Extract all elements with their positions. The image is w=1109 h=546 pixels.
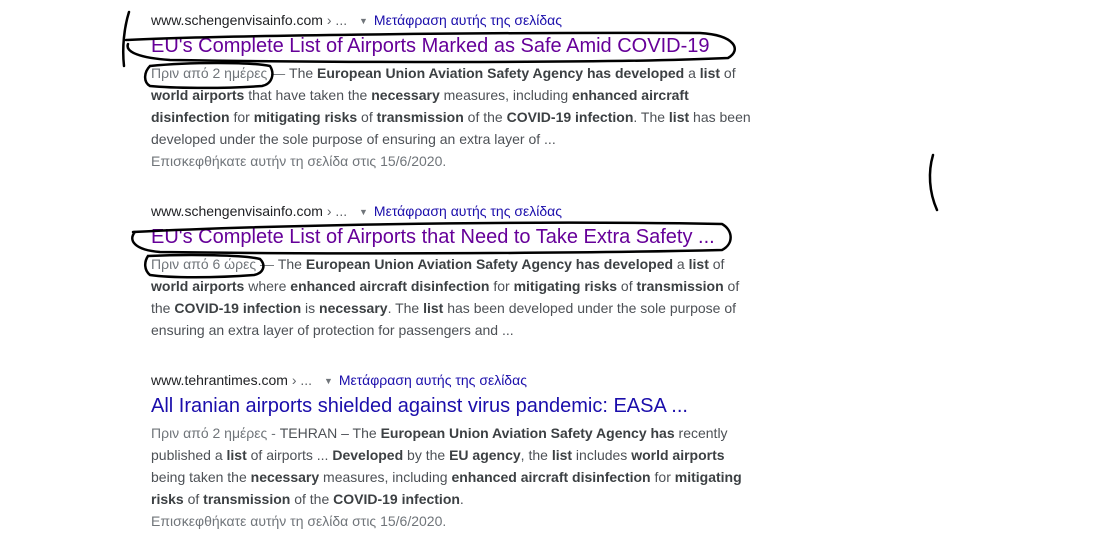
snippet-run: of: [357, 109, 377, 125]
snippet-run: , the: [520, 447, 552, 463]
snippet-run: measures, including: [439, 87, 573, 103]
result-breadcrumb: › ...: [322, 203, 348, 219]
result-snippet: Πριν από 6 ώρες — The European Union Avi…: [151, 253, 761, 341]
translate-page-link[interactable]: Μετάφραση αυτής της σελίδας: [339, 372, 527, 388]
snippet-highlight: mitigating risks: [513, 278, 618, 294]
translate-page-link[interactable]: Μετάφραση αυτής της σελίδας: [374, 12, 562, 28]
snippet-run: being taken the: [151, 469, 251, 485]
snippet-run: . The: [633, 109, 669, 125]
snippet-highlight: world airports: [151, 87, 245, 103]
result-snippet: Πριν από 2 ημέρες — The European Union A…: [151, 62, 761, 150]
result-domain[interactable]: www.schengenvisainfo.com: [151, 12, 323, 28]
result-citation: www.schengenvisainfo.com › ... ▼ Μετάφρασ…: [151, 11, 761, 29]
snippet-highlight: list: [226, 447, 247, 463]
snippet-run: . The: [387, 300, 424, 316]
snippet-highlight: enhanced aircraft disinfection: [290, 278, 490, 294]
search-result-3: www.tehrantimes.com › ... ▼ Μετάφραση αυτ…: [151, 371, 761, 532]
snippet-highlight: EU agency: [449, 447, 521, 463]
snippet-run: of: [708, 256, 725, 272]
snippet-run: measures, including: [319, 469, 452, 485]
snippet-highlight: list: [423, 300, 444, 316]
snippet-highlight: necessary: [250, 469, 320, 485]
chevron-down-icon[interactable]: ▼: [359, 203, 368, 221]
snippet-run: by the: [403, 447, 450, 463]
result-domain[interactable]: www.schengenvisainfo.com: [151, 203, 323, 219]
snippet-highlight: list: [699, 65, 721, 81]
snippet-run: of: [617, 278, 637, 294]
snippet-run: .: [459, 491, 464, 507]
snippet-highlight: world airports: [151, 278, 245, 294]
snippet-run: a: [684, 65, 700, 81]
snippet-highlight: European Union Aviation Safety Agency ha…: [380, 425, 675, 441]
snippet-highlight: list: [551, 447, 573, 463]
snippet-run: includes: [572, 447, 632, 463]
result-citation: www.schengenvisainfo.com › ... ▼ Μετάφρασ…: [151, 202, 761, 220]
snippet-highlight: COVID-19 infection: [174, 300, 302, 316]
snippet-highlight: list: [668, 109, 690, 125]
visited-note: Επισκεφθήκατε αυτήν τη σελίδα στις 15/6/…: [151, 153, 447, 169]
snippet-run: of airports ...: [246, 447, 333, 463]
date-separator: —: [256, 256, 278, 272]
snippet-highlight: transmission: [636, 278, 724, 294]
snippet-highlight: world airports: [631, 447, 725, 463]
search-result-1: www.schengenvisainfo.com › ... ▼ Μετάφρασ…: [151, 11, 761, 172]
snippet-highlight: enhanced aircraft disinfection: [451, 469, 651, 485]
result-domain[interactable]: www.tehrantimes.com: [151, 372, 288, 388]
snippet-run: where: [244, 278, 291, 294]
snippet-run: of the: [463, 109, 507, 125]
annotation-stroke-right: [928, 153, 939, 212]
snippet-highlight: Developed: [332, 447, 404, 463]
snippet-run: of: [183, 491, 204, 507]
snippet-highlight: transmission: [376, 109, 464, 125]
snippet-run: of: [720, 65, 736, 81]
snippet-run: for: [489, 278, 514, 294]
search-result-2: www.schengenvisainfo.com › ... ▼ Μετάφρασ…: [151, 202, 761, 341]
result-date: Πριν από 2 ημέρες: [151, 65, 268, 81]
snippet-run: a: [673, 256, 689, 272]
snippet-run: TEHRAN – The: [279, 425, 381, 441]
result-date: Πριν από 6 ώρες: [151, 256, 257, 272]
snippet-run: is: [301, 300, 320, 316]
snippet-highlight: COVID-19 infection: [333, 491, 460, 507]
result-date: Πριν από 2 ημέρες: [151, 425, 268, 441]
snippet-highlight: transmission: [203, 491, 291, 507]
snippet-highlight: European Union Aviation Safety Agency ha…: [305, 256, 674, 272]
result-snippet: Πριν από 2 ημέρες - TEHRAN – The Europea…: [151, 422, 761, 510]
snippet-highlight: mitigating risks: [253, 109, 358, 125]
snippet-highlight: list: [688, 256, 709, 272]
chevron-down-icon[interactable]: ▼: [324, 372, 333, 390]
chevron-down-icon[interactable]: ▼: [359, 12, 368, 30]
snippet-run: The: [289, 65, 318, 81]
snippet-highlight: European Union Aviation Safety Agency ha…: [317, 65, 685, 81]
visited-note: Επισκεφθήκατε αυτήν τη σελίδα στις 15/6/…: [151, 513, 447, 529]
result-title-link[interactable]: All Iranian airports shielded against vi…: [151, 393, 761, 419]
snippet-run: for: [650, 469, 675, 485]
date-separator: -: [267, 425, 280, 441]
result-breadcrumb: › ...: [322, 12, 348, 28]
result-title-link[interactable]: EU's Complete List of Airports Marked as…: [151, 33, 761, 59]
result-breadcrumb: › ...: [287, 372, 313, 388]
date-separator: —: [267, 65, 290, 81]
snippet-run: of the: [290, 491, 334, 507]
snippet-highlight: COVID-19 infection: [506, 109, 634, 125]
annotation-stroke-left-1: [121, 10, 131, 68]
translate-page-link[interactable]: Μετάφραση αυτής της σελίδας: [374, 203, 562, 219]
snippet-run: that have taken the: [244, 87, 372, 103]
snippet-highlight: necessary: [319, 300, 388, 316]
snippet-run: for: [229, 109, 254, 125]
result-title-link[interactable]: EU's Complete List of Airports that Need…: [151, 224, 761, 250]
result-citation: www.tehrantimes.com › ... ▼ Μετάφραση αυτ…: [151, 371, 761, 389]
snippet-run: The: [277, 256, 306, 272]
snippet-highlight: necessary: [371, 87, 440, 103]
